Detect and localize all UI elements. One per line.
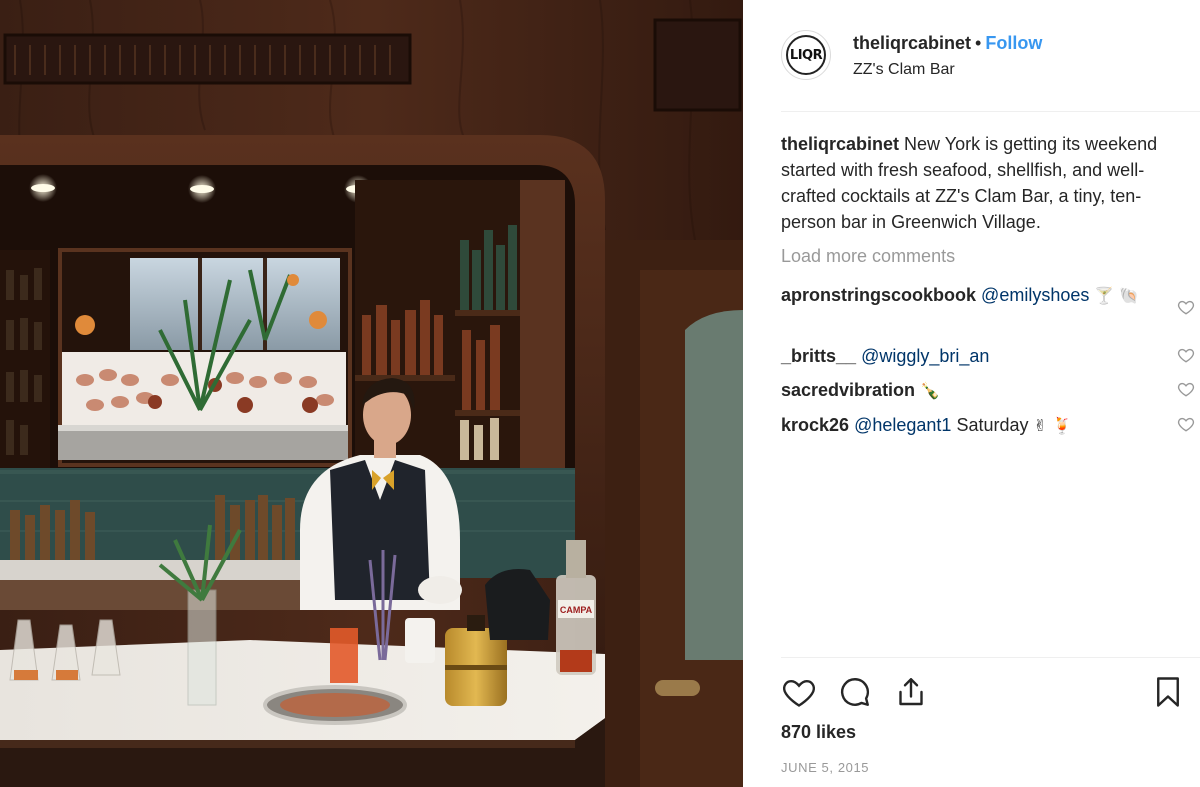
comment-item: krock26 @helegant1 Saturday ✌ 🍹 xyxy=(781,412,1181,439)
comment-emoji: 🍾 xyxy=(920,381,940,400)
instagram-post: CAMPA LIQR theliqrcabinet • Follow ZZ's Cl… xyxy=(0,0,1200,787)
comment-item: _britts__ @wiggly_bri_an xyxy=(781,343,1181,369)
post-caption: theliqrcabinet New York is getting its w… xyxy=(781,131,1191,235)
save-button[interactable] xyxy=(1148,672,1188,712)
avatar[interactable]: LIQR xyxy=(781,30,831,80)
post-date[interactable]: JUNE 5, 2015 xyxy=(781,760,869,775)
comment-like-heart-icon[interactable] xyxy=(1177,346,1195,364)
header-username[interactable]: theliqrcabinet xyxy=(853,33,971,53)
caption-username[interactable]: theliqrcabinet xyxy=(781,134,899,154)
separator-dot: • xyxy=(975,33,982,53)
post-photo[interactable]: CAMPA xyxy=(0,0,743,787)
comment-username[interactable]: apronstringscookbook xyxy=(781,285,976,305)
comment-text: Saturday xyxy=(956,415,1029,435)
likes-count[interactable]: 870 likes xyxy=(781,722,856,743)
comment-item: apronstringscookbook @emilyshoes 🍸 🐚 xyxy=(781,282,1181,309)
avatar-logo: LIQR xyxy=(786,35,826,75)
comment-username[interactable]: sacredvibration xyxy=(781,380,915,400)
campari-label: CAMPA xyxy=(560,605,593,615)
comment-emoji: 🍸 🐚 xyxy=(1094,286,1140,305)
comment-item: sacredvibration 🍾 xyxy=(781,377,1181,404)
comment-icon xyxy=(840,678,869,706)
comment-like-heart-icon[interactable] xyxy=(1177,298,1195,316)
header-divider xyxy=(781,111,1200,112)
comment-mention[interactable]: @emilyshoes xyxy=(981,285,1089,305)
follow-button[interactable]: Follow xyxy=(985,33,1042,53)
comment-mention[interactable]: @helegant1 xyxy=(854,415,951,435)
comment-button[interactable] xyxy=(835,672,875,712)
share-icon xyxy=(899,678,923,706)
post-actions xyxy=(779,672,1200,712)
share-button[interactable] xyxy=(891,672,931,712)
location-link[interactable]: ZZ's Clam Bar xyxy=(853,61,955,79)
actions-divider xyxy=(781,657,1200,658)
comment-mention[interactable]: @wiggly_bri_an xyxy=(861,346,989,366)
load-more-comments-button[interactable]: Load more comments xyxy=(781,246,955,267)
comment-username[interactable]: _britts__ xyxy=(781,346,856,366)
header-user-line: theliqrcabinet • Follow xyxy=(853,33,1042,54)
bookmark-icon xyxy=(1157,677,1179,707)
heart-icon xyxy=(783,679,815,707)
bar-scene-image: CAMPA xyxy=(0,0,743,787)
like-button[interactable] xyxy=(779,672,819,712)
comment-like-heart-icon[interactable] xyxy=(1177,380,1195,398)
comment-emoji: ✌ 🍹 xyxy=(1033,416,1072,435)
post-sidebar: LIQR theliqrcabinet • Follow ZZ's Clam Bar… xyxy=(743,0,1200,787)
comment-username[interactable]: krock26 xyxy=(781,415,849,435)
comment-like-heart-icon[interactable] xyxy=(1177,415,1195,433)
post-header: LIQR theliqrcabinet • Follow ZZ's Clam Bar xyxy=(743,0,1200,111)
